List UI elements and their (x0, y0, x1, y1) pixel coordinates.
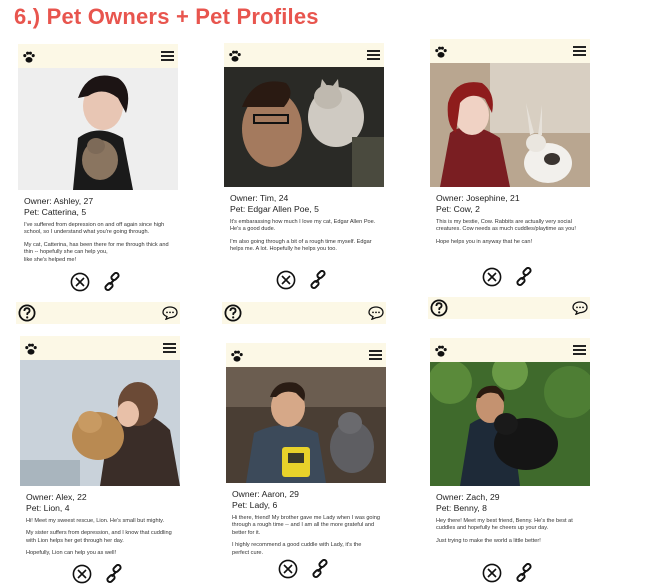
pet-label: Pet: Catterina, 5 (24, 207, 87, 217)
hamburger-menu-icon[interactable] (573, 345, 586, 355)
bio-paragraph: This is my bestie, Cow. Rabbits are actu… (436, 219, 576, 233)
bio-paragraph: Hey there! Meet my best friend, Benny. H… (436, 518, 573, 532)
question-mark-icon[interactable] (430, 299, 448, 317)
close-circle-icon[interactable] (70, 272, 90, 292)
bio-paragraph: Hi there, friend! My brother gave me Lad… (232, 515, 380, 536)
bio-paragraph: I'm also going through a bit of a rough … (230, 238, 372, 253)
card-actions-zach (482, 563, 534, 583)
card-top-bar (20, 336, 180, 360)
hamburger-menu-icon[interactable] (161, 51, 174, 61)
question-mark-icon[interactable] (224, 304, 242, 322)
card-actions-josephine (482, 267, 534, 287)
help-chat-bar (428, 297, 590, 319)
hamburger-menu-icon[interactable] (369, 350, 382, 360)
bio-paragraph: Hi! Meet my sweest rescue, Lion. He's sm… (26, 518, 165, 524)
paw-icon (435, 46, 447, 58)
owner-label: Owner: Tim, 24 (230, 193, 289, 203)
page-title: 6.) Pet Owners + Pet Profiles (14, 4, 319, 29)
bio-paragraph: It's embarassing how much I love my cat,… (230, 219, 376, 233)
owner-pet-photo (224, 67, 384, 187)
profile-card-tim: Owner: Tim, 24 Pet: Edgar Allen Poe, 5 I… (224, 43, 384, 259)
pet-label: Pet: Lion, 4 (26, 503, 70, 513)
owner-pet-photo (20, 360, 180, 486)
paw-icon (229, 50, 241, 62)
owner-pet-photo (430, 63, 590, 187)
card-top-bar (224, 43, 384, 67)
bio-paragraph: I highly recommend a good cuddle with La… (232, 542, 362, 556)
link-icon[interactable] (104, 564, 124, 584)
profile-card-aaron: Owner: Aaron, 29 Pet: Lady, 6 Hi there, … (226, 343, 386, 562)
profile-card-zach: Owner: Zach, 29 Pet: Benny, 8 Hey there!… (430, 338, 590, 550)
bio-paragraph: I've suffered from depression on and off… (24, 222, 165, 236)
chat-bubble-icon[interactable] (368, 306, 384, 320)
paw-icon (435, 345, 447, 357)
card-top-bar (18, 44, 178, 68)
pet-label: Pet: Lady, 6 (232, 500, 278, 510)
pet-label: Pet: Benny, 8 (436, 503, 487, 513)
card-actions-ashley (70, 272, 122, 292)
bio-paragraph: like she's helped me! (24, 256, 77, 263)
hamburger-menu-icon[interactable] (163, 343, 176, 353)
bio-paragraph: Just trying to make the world a little b… (436, 537, 541, 544)
close-circle-icon[interactable] (482, 267, 502, 287)
owner-label: Owner: Alex, 22 (26, 492, 87, 502)
paw-icon (25, 343, 37, 355)
owner-label: Owner: Aaron, 29 (232, 489, 299, 499)
bio-paragraph: My cat, Catterina, has been there for me… (24, 241, 169, 256)
owner-pet-photo (430, 362, 590, 486)
pet-label: Pet: Edgar Allen Poe, 5 (230, 204, 319, 214)
close-circle-icon[interactable] (276, 270, 296, 290)
link-icon[interactable] (308, 270, 328, 290)
help-chat-bar (16, 302, 180, 324)
paw-icon (231, 350, 243, 362)
paw-icon (23, 51, 35, 63)
owner-pet-photo (226, 367, 386, 483)
chat-bubble-icon[interactable] (162, 306, 178, 320)
link-icon[interactable] (310, 559, 330, 579)
card-top-bar (430, 39, 590, 63)
owner-label: Owner: Zach, 29 (436, 492, 500, 502)
hamburger-menu-icon[interactable] (367, 50, 380, 60)
pet-label: Pet: Cow, 2 (436, 204, 480, 214)
bio-paragraph: My sister suffers from depression, and I… (26, 530, 172, 544)
chat-bubble-icon[interactable] (572, 301, 588, 315)
close-circle-icon[interactable] (278, 559, 298, 579)
bio-paragraph: Hope helps you in anyway that he can! (436, 238, 533, 245)
profile-card-josephine: Owner: Josephine, 21 Pet: Cow, 2 This is… (430, 39, 590, 251)
profile-card-ashley: Owner: Ashley, 27 Pet: Catterina, 5 I've… (18, 44, 178, 269)
close-circle-icon[interactable] (482, 563, 502, 583)
owner-label: Owner: Ashley, 27 (24, 196, 94, 206)
card-actions-tim (276, 270, 328, 290)
question-mark-icon[interactable] (18, 304, 36, 322)
link-icon[interactable] (102, 272, 122, 292)
card-top-bar (226, 343, 386, 367)
link-icon[interactable] (514, 563, 534, 583)
card-actions-alex (72, 564, 124, 584)
owner-label: Owner: Josephine, 21 (436, 193, 520, 203)
help-chat-bar (222, 302, 386, 324)
bio-paragraph: Hopefully, Lion can help you as well! (26, 550, 117, 557)
profile-card-alex: Owner: Alex, 22 Pet: Lion, 4 Hi! Meet my… (20, 336, 180, 563)
close-circle-icon[interactable] (72, 564, 92, 584)
card-top-bar (430, 338, 590, 362)
card-actions-aaron (278, 559, 330, 579)
hamburger-menu-icon[interactable] (573, 46, 586, 56)
link-icon[interactable] (514, 267, 534, 287)
owner-pet-photo (18, 68, 178, 190)
